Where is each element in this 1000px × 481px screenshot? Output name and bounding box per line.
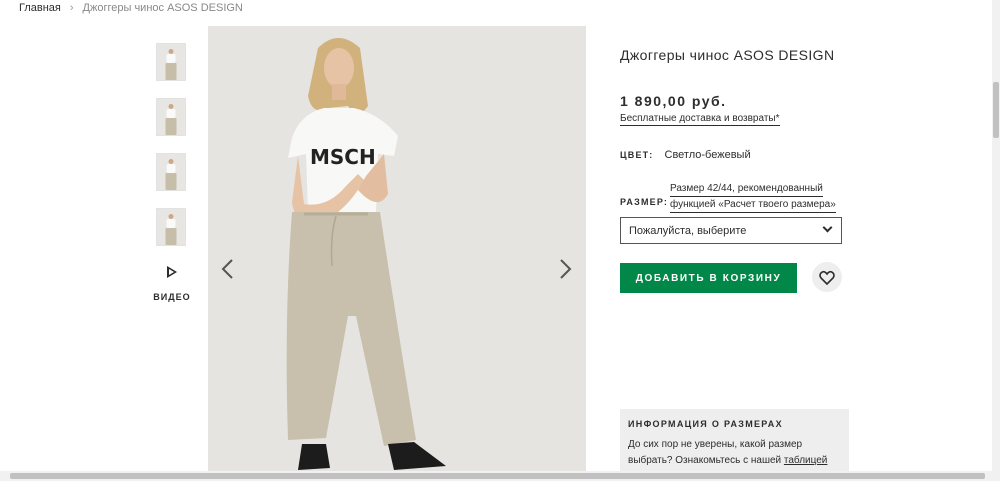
free-delivery-link[interactable]: Бесплатные доставка и возвраты* xyxy=(620,113,780,126)
size-label: РАЗМЕР: xyxy=(620,197,669,207)
next-image-button[interactable] xyxy=(559,258,573,280)
model-photo: MSCH xyxy=(208,26,586,481)
size-info-line-2: выбрать? Ознакомьтесь с нашей xyxy=(628,455,782,466)
product-title: Джоггеры чинос ASOS DESIGN xyxy=(620,47,835,63)
add-to-cart-button[interactable]: ДОБАВИТЬ В КОРЗИНУ xyxy=(620,263,797,293)
chevron-left-icon xyxy=(221,259,233,279)
size-recommendation-line-2: функцией «Расчет твоего размера» xyxy=(670,197,836,213)
thumbnail-3[interactable] xyxy=(156,153,186,191)
chevron-right-icon xyxy=(560,259,572,279)
size-recommendation-line-1: Размер 42/44, рекомендованный xyxy=(670,181,823,197)
breadcrumb: Главная › Джоггеры чинос ASOS DESIGN xyxy=(19,2,243,14)
size-select[interactable]: Пожалуйста, выберите xyxy=(620,217,842,244)
horizontal-scrollbar[interactable] xyxy=(0,471,1000,481)
color-label: ЦВЕТ: xyxy=(620,150,654,160)
size-info-text: До сих пор не уверены, какой размер выбр… xyxy=(628,437,841,469)
size-info-heading: ИНФОРМАЦИЯ О РАЗМЕРАХ xyxy=(628,419,783,429)
video-button[interactable]: ВИДЕО xyxy=(150,266,194,302)
chevron-down-icon xyxy=(822,222,833,233)
product-main-image: MSCH xyxy=(208,26,586,481)
prev-image-button[interactable] xyxy=(220,258,234,280)
size-chart-link[interactable]: таблицей xyxy=(784,455,828,466)
play-icon xyxy=(167,266,177,278)
vertical-scroll-thumb[interactable] xyxy=(993,82,999,138)
product-price: 1 890,00 руб. xyxy=(620,93,727,109)
size-select-value: Пожалуйста, выберите xyxy=(629,224,747,237)
horizontal-scroll-thumb[interactable] xyxy=(10,473,985,479)
size-recommendation-link[interactable]: Размер 42/44, рекомендованный функцией «… xyxy=(670,181,836,213)
breadcrumb-separator: › xyxy=(69,2,74,14)
video-label: ВИДЕО xyxy=(153,292,191,302)
breadcrumb-current: Джоггеры чинос ASOS DESIGN xyxy=(82,2,243,14)
thumbnail-2[interactable] xyxy=(156,98,186,136)
vertical-scrollbar[interactable] xyxy=(992,0,1000,481)
heart-icon xyxy=(819,270,835,285)
size-info-line-1: До сих пор не уверены, какой размер xyxy=(628,439,803,450)
svg-text:MSCH: MSCH xyxy=(310,145,376,169)
thumbnail-1[interactable] xyxy=(156,43,186,81)
breadcrumb-home-link[interactable]: Главная xyxy=(19,2,61,14)
save-for-later-button[interactable] xyxy=(812,262,842,292)
thumbnail-4[interactable] xyxy=(156,208,186,246)
color-row: ЦВЕТ: Светло-бежевый xyxy=(620,149,751,161)
color-value: Светло-бежевый xyxy=(664,149,751,161)
